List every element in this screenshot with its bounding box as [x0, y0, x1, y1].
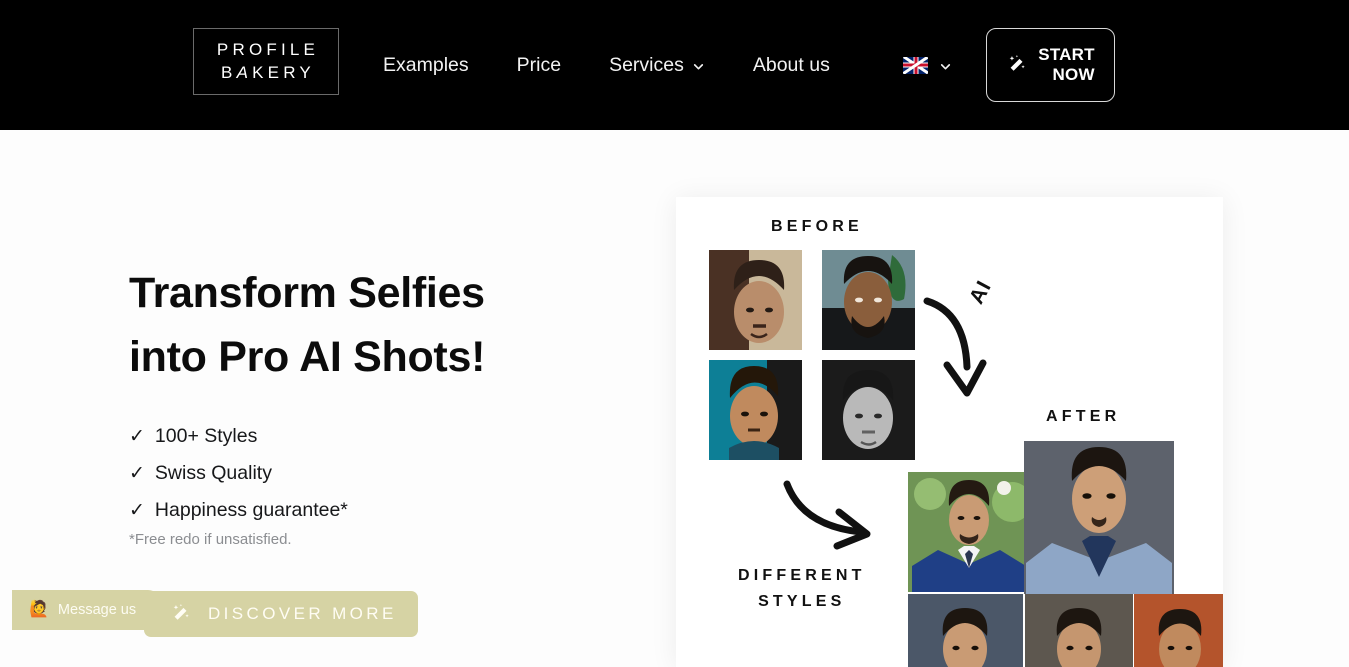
after-label: AFTER [1046, 408, 1121, 425]
chevron-down-icon [939, 60, 952, 73]
ai-arrow-icon [923, 297, 987, 397]
nav-label: Price [516, 53, 562, 76]
logo-line-bakery: BAKERY [221, 63, 315, 82]
nav-label: Examples [383, 53, 469, 76]
list-item: ✓ 100+ Styles [129, 418, 348, 455]
chevron-down-icon [692, 60, 705, 73]
after-photo-3 [908, 594, 1023, 667]
before-photo-1 [709, 250, 802, 350]
magic-wand-icon [170, 603, 192, 625]
raising-hand-icon: 🙋 [29, 601, 49, 618]
before-photo-2 [822, 250, 915, 350]
chat-widget[interactable]: 🙋 Message us [12, 590, 160, 630]
start-now-label: START NOW [1038, 45, 1095, 84]
nav-item-services[interactable]: Services [609, 48, 705, 83]
title-line-2: into Pro AI Shots! [129, 333, 486, 381]
main-navigation: Examples Price Services About us [383, 0, 878, 130]
after-photo-2 [1024, 441, 1174, 594]
before-photo-4 [822, 360, 915, 460]
page-title: Transform Selfies into Pro AI Shots! [129, 261, 649, 389]
check-icon: ✓ [129, 463, 145, 484]
after-photo-5 [1134, 594, 1223, 667]
footnote: *Free redo if unsatisfied. [129, 531, 292, 548]
different-styles-arrow-icon [783, 480, 871, 550]
feature-label: Swiss Quality [154, 462, 272, 484]
different-styles-label: DIFFERENT STYLES [738, 567, 866, 610]
discover-more-label: DISCOVER MORE [208, 604, 397, 623]
nav-item-about-us[interactable]: About us [753, 48, 830, 83]
start-now-button[interactable]: START NOW [986, 28, 1115, 102]
magic-wand-icon [1006, 54, 1028, 76]
before-photo-3 [709, 360, 802, 460]
after-photo-4 [1025, 594, 1133, 667]
uk-flag-icon [903, 56, 928, 74]
chat-widget-label: Message us [57, 602, 137, 618]
showcase-card: BEFORE AI AFTER DIFFERENT STYLES [676, 197, 1223, 667]
check-icon: ✓ [129, 426, 145, 447]
nav-label: Services [609, 53, 684, 76]
list-item: ✓ Happiness guarantee* [129, 492, 348, 529]
nav-item-price[interactable]: Price [517, 48, 561, 83]
logo-line-profile: PROFILE [216, 40, 320, 60]
feature-label: 100+ Styles [154, 425, 258, 447]
before-label: BEFORE [771, 218, 863, 235]
feature-label: Happiness guarantee* [154, 499, 348, 521]
nav-label: About us [752, 53, 830, 76]
feature-list: ✓ 100+ Styles ✓ Swiss Quality ✓ Happines… [129, 418, 348, 529]
logo[interactable]: PROFILE BAKERY [193, 28, 339, 95]
list-item: ✓ Swiss Quality [129, 455, 348, 492]
discover-more-button[interactable]: DISCOVER MORE [144, 591, 418, 637]
after-photo-1 [908, 472, 1031, 592]
check-icon: ✓ [129, 500, 145, 521]
nav-item-examples[interactable]: Examples [383, 48, 469, 83]
site-header: PROFILE BAKERY Examples Price Services A… [0, 0, 1349, 130]
language-selector[interactable] [903, 0, 952, 130]
title-line-1: Transform Selfies [129, 269, 485, 317]
